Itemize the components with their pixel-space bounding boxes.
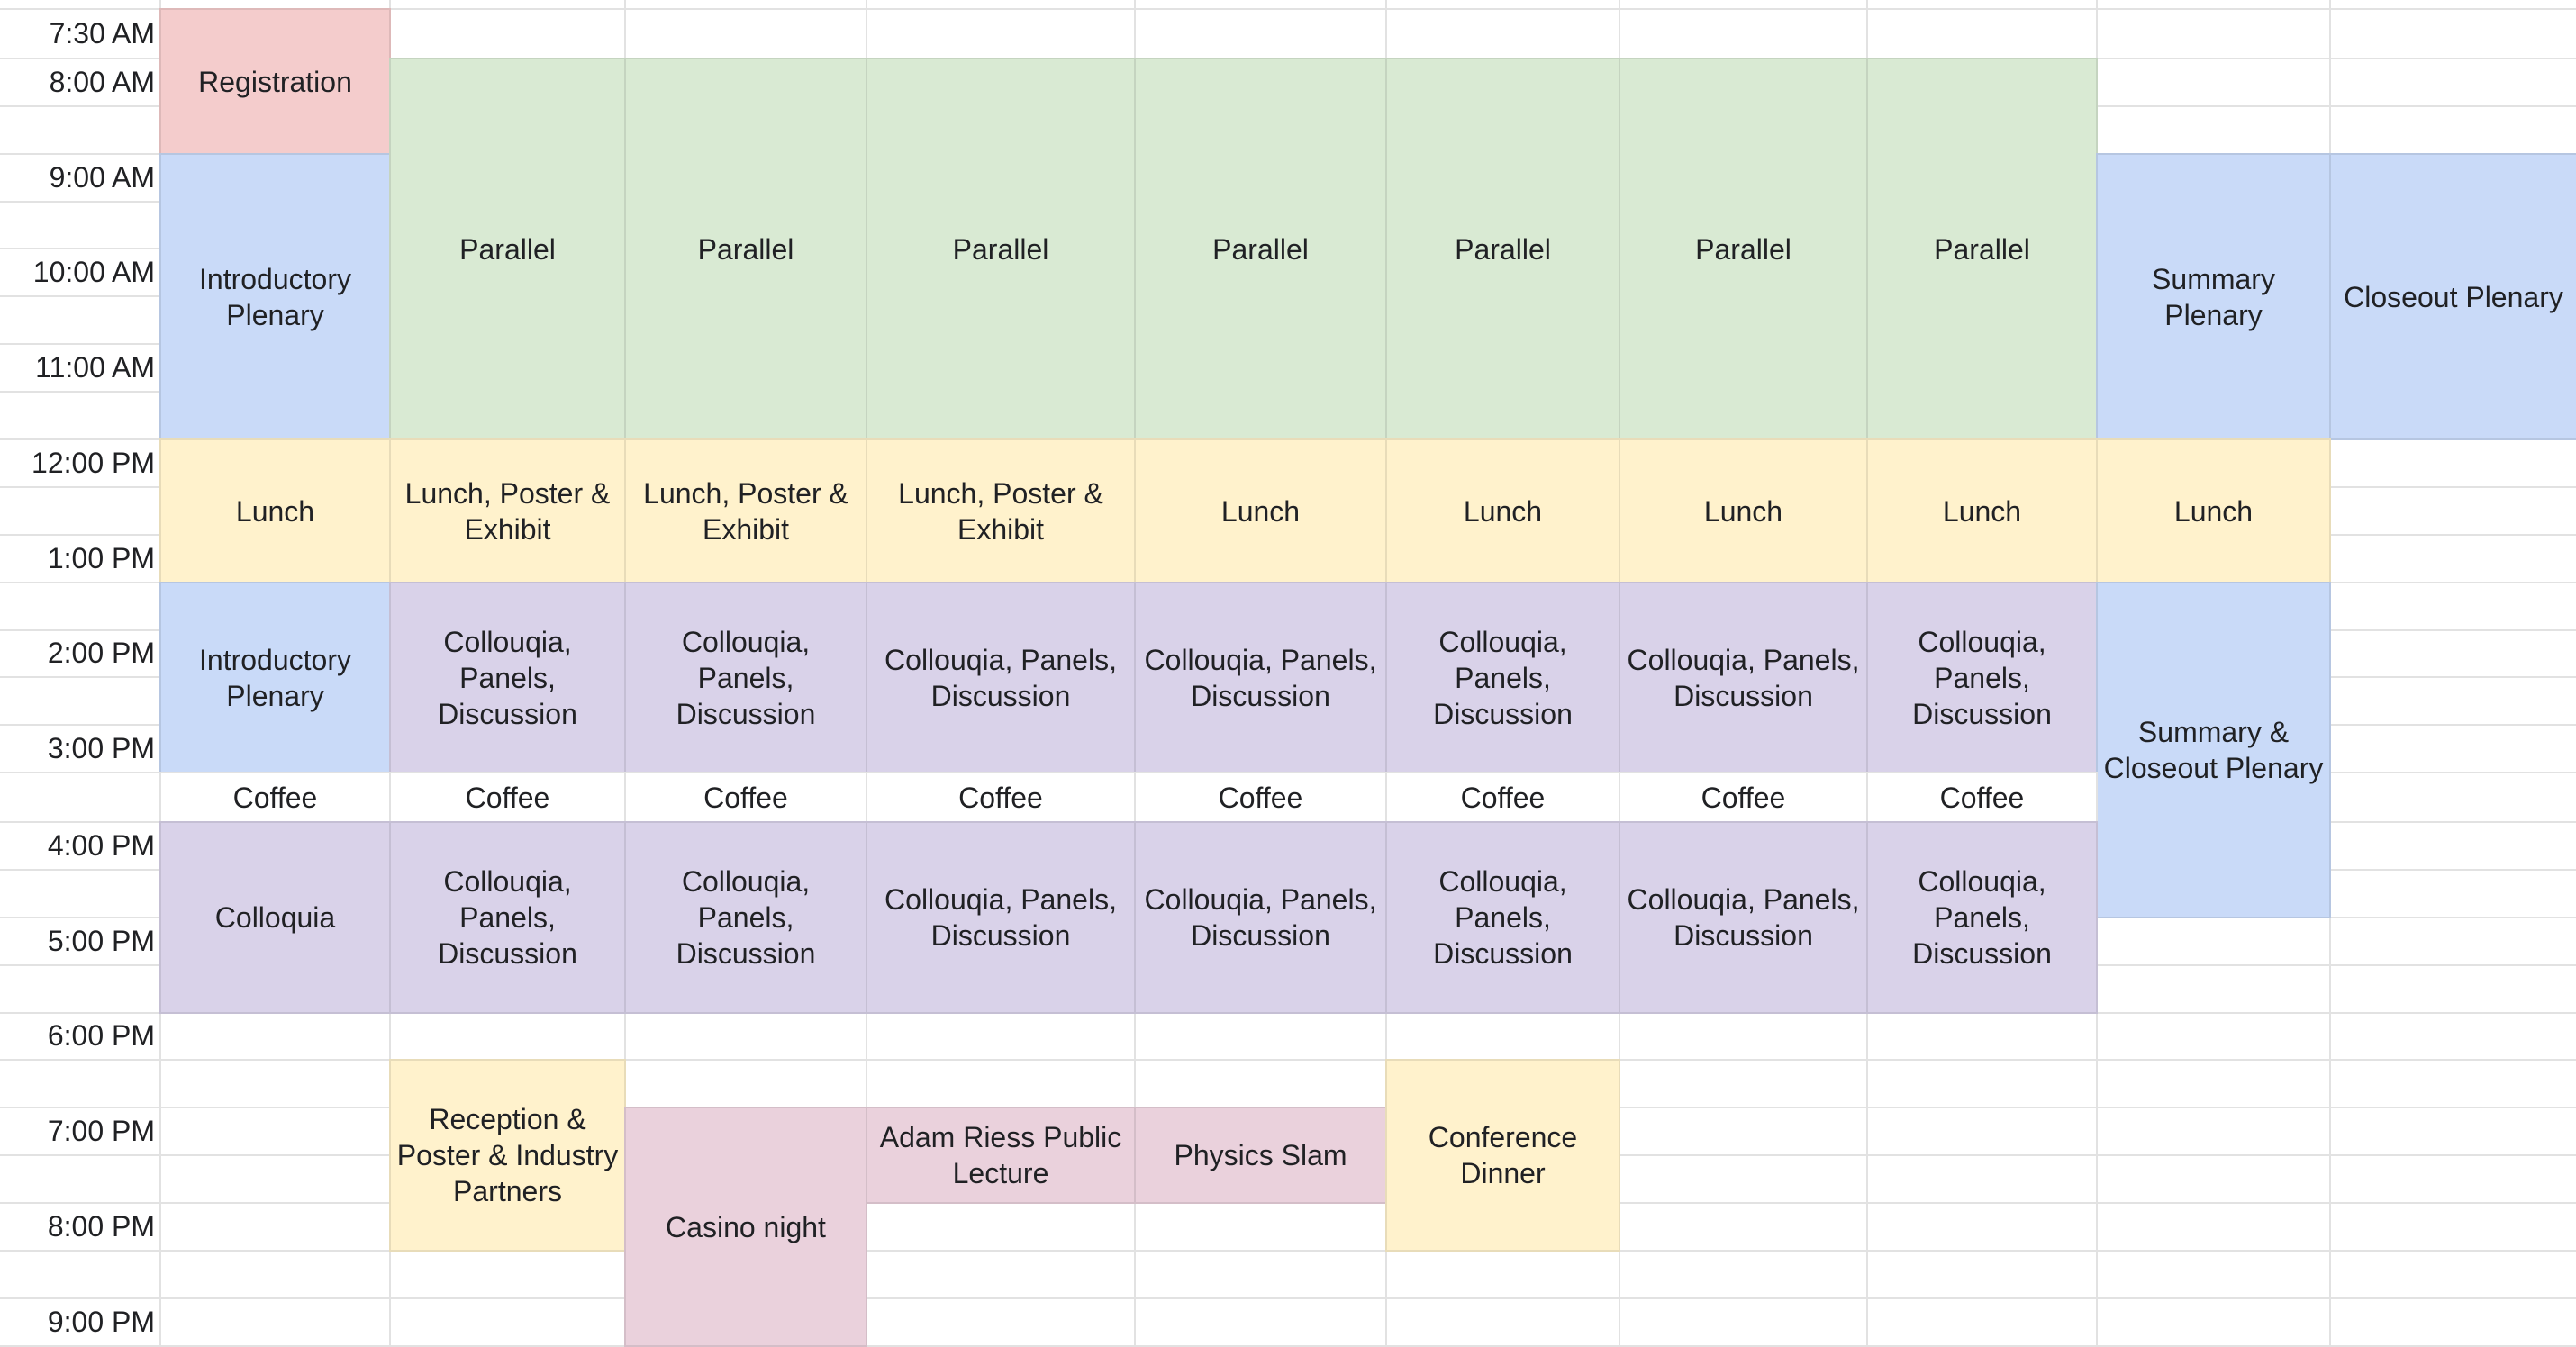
colloquia-panels-block-6-pm1[interactable]: Collouqia, Panels, Discussion (1385, 582, 1620, 773)
lunch-block-1[interactable]: Lunch (159, 438, 391, 583)
time-label: 11:00 AM (35, 351, 155, 384)
summary-plenary-block[interactable]: Summary Plenary (2096, 153, 2331, 440)
colloquia-panels-block-7-pm2[interactable]: Collouqia, Panels, Discussion (1619, 821, 1868, 1014)
lunch-block-5[interactable]: Lunch (1134, 438, 1387, 583)
colloquia-panels-block-6-pm2[interactable]: Collouqia, Panels, Discussion (1385, 821, 1620, 1014)
time-label: 8:00 PM (47, 1210, 155, 1243)
public-lecture-block[interactable]: Adam Riess Public Lecture (866, 1107, 1136, 1204)
colloquia-panels-block-2-pm1[interactable]: Collouqia, Panels, Discussion (389, 582, 626, 773)
colloquia-panels-block-4-pm1[interactable]: Collouqia, Panels, Discussion (866, 582, 1136, 773)
coffee-block-8[interactable]: Coffee (1866, 772, 2098, 823)
parallel-block-2[interactable]: Parallel (624, 58, 867, 440)
colloquia-panels-block-8-pm2[interactable]: Collouqia, Panels, Discussion (1866, 821, 2098, 1014)
grid-line-horizontal (0, 1059, 2576, 1061)
coffee-block-1[interactable]: Coffee (159, 772, 391, 823)
time-label: 7:00 PM (47, 1115, 155, 1147)
time-label: 6:00 PM (47, 1019, 155, 1052)
time-label: 5:00 PM (47, 925, 155, 957)
time-label: 2:00 PM (47, 637, 155, 669)
introductory-plenary-morning-block[interactable]: Introductory Plenary (159, 153, 391, 440)
coffee-block-6[interactable]: Coffee (1385, 772, 1620, 823)
coffee-block-7[interactable]: Coffee (1619, 772, 1868, 823)
time-label: 12:00 PM (32, 447, 155, 479)
time-label: 7:30 AM (49, 17, 155, 50)
lunch-block-6[interactable]: Lunch (1385, 438, 1620, 583)
colloquia-block-1[interactable]: Colloquia (159, 821, 391, 1014)
coffee-block-5[interactable]: Coffee (1134, 772, 1387, 823)
casino-night-block[interactable]: Casino night (624, 1107, 867, 1347)
time-label: 3:00 PM (47, 732, 155, 764)
introductory-plenary-afternoon-block[interactable]: Introductory Plenary (159, 582, 391, 773)
time-label: 9:00 PM (47, 1306, 155, 1338)
time-label: 10:00 AM (32, 256, 155, 288)
grid-line-horizontal (0, 1250, 2576, 1252)
lunch-poster-exhibit-block-2[interactable]: Lunch, Poster & Exhibit (389, 438, 626, 583)
parallel-block-4[interactable]: Parallel (1134, 58, 1387, 440)
parallel-block-3[interactable]: Parallel (866, 58, 1136, 440)
conference-dinner-block[interactable]: Conference Dinner (1385, 1059, 1620, 1252)
summary-closeout-plenary-block[interactable]: Summary & Closeout Plenary (2096, 582, 2331, 918)
colloquia-panels-block-5-pm2[interactable]: Collouqia, Panels, Discussion (1134, 821, 1387, 1014)
colloquia-panels-block-7-pm1[interactable]: Collouqia, Panels, Discussion (1619, 582, 1868, 773)
registration-block[interactable]: Registration (159, 8, 391, 155)
colloquia-panels-block-3-pm1[interactable]: Collouqia, Panels, Discussion (624, 582, 867, 773)
grid-line-horizontal (0, 1297, 2576, 1299)
parallel-block-5[interactable]: Parallel (1385, 58, 1620, 440)
colloquia-panels-block-8-pm1[interactable]: Collouqia, Panels, Discussion (1866, 582, 2098, 773)
parallel-block-1[interactable]: Parallel (389, 58, 626, 440)
time-label: 4:00 PM (47, 829, 155, 862)
physics-slam-block[interactable]: Physics Slam (1134, 1107, 1387, 1204)
coffee-block-4[interactable]: Coffee (866, 772, 1136, 823)
colloquia-panels-block-5-pm1[interactable]: Collouqia, Panels, Discussion (1134, 582, 1387, 773)
lunch-block-8[interactable]: Lunch (1866, 438, 2098, 583)
colloquia-panels-block-2-pm2[interactable]: Collouqia, Panels, Discussion (389, 821, 626, 1014)
lunch-block-9[interactable]: Lunch (2096, 438, 2331, 583)
parallel-block-6[interactable]: Parallel (1619, 58, 1868, 440)
colloquia-panels-block-3-pm2[interactable]: Collouqia, Panels, Discussion (624, 821, 867, 1014)
time-label: 9:00 AM (49, 161, 155, 194)
lunch-poster-exhibit-block-4[interactable]: Lunch, Poster & Exhibit (866, 438, 1136, 583)
lunch-poster-exhibit-block-3[interactable]: Lunch, Poster & Exhibit (624, 438, 867, 583)
colloquia-panels-block-4-pm2[interactable]: Collouqia, Panels, Discussion (866, 821, 1136, 1014)
time-label: 1:00 PM (47, 542, 155, 574)
closeout-plenary-block[interactable]: Closeout Plenary (2329, 153, 2576, 440)
time-label: 8:00 AM (49, 66, 155, 98)
parallel-block-7[interactable]: Parallel (1866, 58, 2098, 440)
coffee-block-3[interactable]: Coffee (624, 772, 867, 823)
coffee-block-2[interactable]: Coffee (389, 772, 626, 823)
lunch-block-7[interactable]: Lunch (1619, 438, 1868, 583)
schedule-grid: 7:30 AM 8:00 AM 9:00 AM 10:00 AM 11:00 AM 12:… (0, 0, 2576, 1347)
reception-block[interactable]: Reception & Poster & Industry Partners (389, 1059, 626, 1252)
